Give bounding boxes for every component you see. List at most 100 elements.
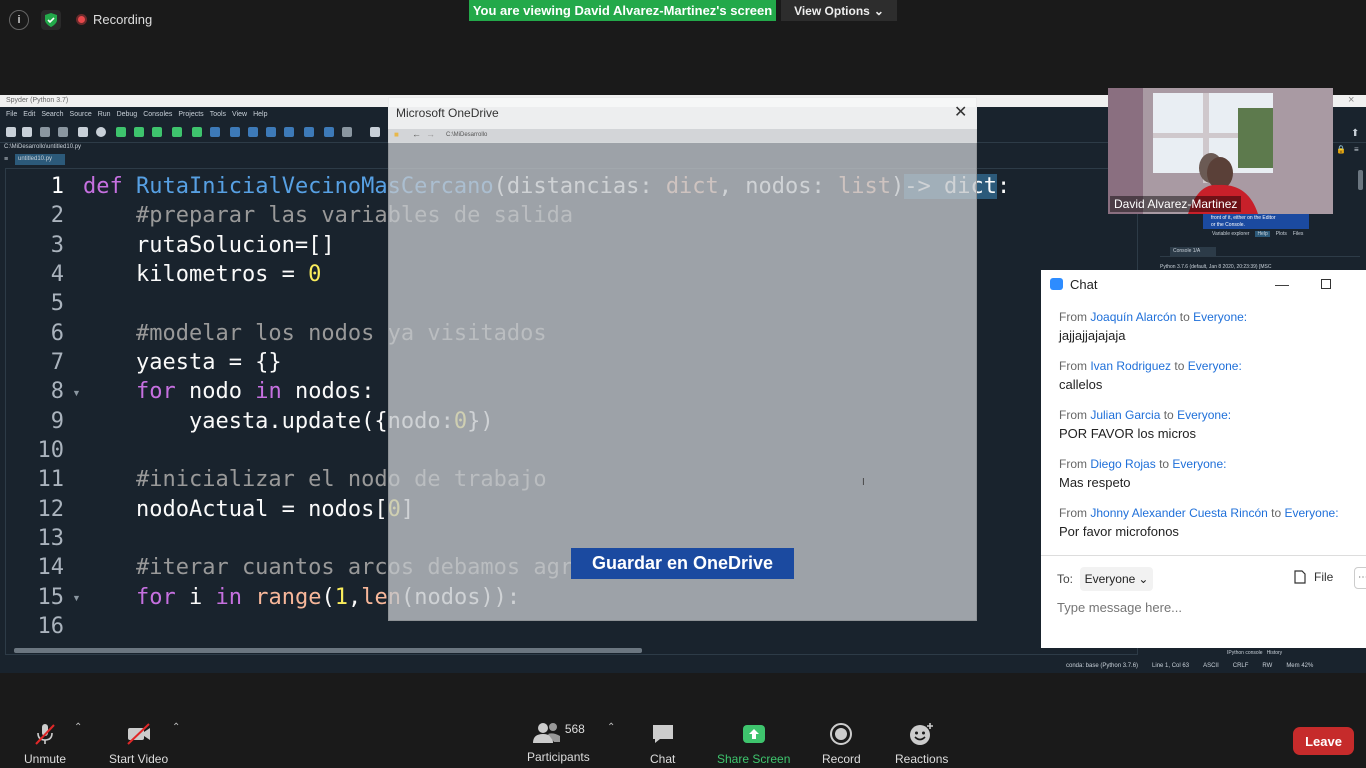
- recipient-select[interactable]: Everyone ⌄: [1080, 567, 1153, 591]
- close-icon[interactable]: ✕: [954, 102, 967, 122]
- sender-name[interactable]: Jhonny Alexander Cuesta Rincón: [1090, 506, 1267, 520]
- record-button[interactable]: Record: [822, 722, 861, 766]
- sender-name[interactable]: Diego Rojas: [1090, 457, 1155, 471]
- menu-help[interactable]: Help: [253, 111, 267, 119]
- forward-arrow-icon[interactable]: →: [426, 129, 435, 139]
- run-cell-icon[interactable]: [134, 127, 144, 137]
- tab-history[interactable]: History: [1267, 650, 1283, 656]
- record-icon: [830, 723, 853, 745]
- chat-label: Chat: [650, 752, 676, 766]
- line-number: 1: [50, 174, 64, 199]
- leave-button[interactable]: Leave: [1293, 727, 1354, 755]
- menu-projects[interactable]: Projects: [178, 111, 203, 119]
- open-file-icon[interactable]: [22, 127, 32, 137]
- menu-tools[interactable]: Tools: [210, 111, 226, 119]
- run-cell-advance-icon[interactable]: [152, 127, 162, 137]
- security-shield-icon[interactable]: [41, 10, 61, 30]
- chat-message-input[interactable]: [1057, 598, 1307, 616]
- reactions-button[interactable]: Reactions: [895, 722, 948, 766]
- spyder-close-icon[interactable]: ×: [1348, 94, 1354, 106]
- status-memory: Mem 42%: [1286, 663, 1314, 669]
- share-screen-button[interactable]: Share Screen: [717, 722, 790, 766]
- chat-message-header: From Julian Garcia to Everyone:: [1059, 408, 1231, 422]
- fullscreen-icon[interactable]: [342, 127, 352, 137]
- menu-run[interactable]: Run: [98, 111, 111, 119]
- sender-name[interactable]: Ivan Rodriguez: [1090, 359, 1171, 373]
- sender-name[interactable]: Joaquín Alarcón: [1090, 310, 1176, 324]
- tab-ipython-console[interactable]: IPython console: [1227, 650, 1263, 656]
- info-icon[interactable]: i: [9, 10, 29, 30]
- minimize-icon[interactable]: —: [1275, 276, 1289, 292]
- rerun-icon[interactable]: [192, 127, 202, 137]
- save-to-onedrive-button[interactable]: Guardar en OneDrive: [571, 548, 794, 579]
- new-file-icon[interactable]: [6, 127, 16, 137]
- status-permissions: RW: [1262, 663, 1273, 669]
- tab-help[interactable]: Help: [1255, 231, 1270, 237]
- arrow-up-icon[interactable]: ⬆: [1351, 128, 1359, 139]
- code-line: rutaSolucion=[]: [83, 233, 335, 258]
- file-button[interactable]: File: [1294, 570, 1333, 584]
- maximize-pane-icon[interactable]: [324, 127, 334, 137]
- more-options-icon[interactable]: ⋯: [1354, 567, 1366, 589]
- participants-button[interactable]: 568 Participants: [527, 722, 590, 764]
- sender-name[interactable]: Julian Garcia: [1090, 408, 1160, 422]
- maximize-icon[interactable]: [1321, 279, 1331, 289]
- debug-icon[interactable]: [210, 127, 220, 137]
- menu-view[interactable]: View: [232, 111, 247, 119]
- onedrive-nav-bar: ■ ← → C:\MiDesarrollo: [388, 129, 977, 143]
- wrench-icon[interactable]: [370, 127, 380, 137]
- view-options-button[interactable]: View Options ⌄: [781, 0, 897, 21]
- tab-files[interactable]: Files: [1293, 231, 1304, 237]
- chat-message-header: From Joaquín Alarcón to Everyone:: [1059, 310, 1247, 324]
- right-pane-scrollbar[interactable]: [1358, 170, 1363, 190]
- chevron-down-icon: ⌄: [1138, 572, 1149, 586]
- participants-options-caret-icon[interactable]: ⌃: [607, 722, 615, 733]
- run-icon[interactable]: [116, 127, 126, 137]
- editor-tab[interactable]: untitled10.py: [15, 154, 65, 165]
- save-icon[interactable]: [40, 127, 50, 137]
- recipient-name[interactable]: Everyone:: [1177, 408, 1231, 422]
- continue-icon[interactable]: [284, 127, 294, 137]
- unmute-button[interactable]: Unmute: [24, 722, 66, 766]
- horizontal-scrollbar[interactable]: [14, 648, 642, 653]
- step-icon[interactable]: [230, 127, 240, 137]
- fold-arrow-icon[interactable]: ▼: [72, 388, 81, 398]
- participants-icon: [532, 723, 560, 743]
- stop-icon[interactable]: [304, 127, 314, 137]
- status-eol: CRLF: [1232, 663, 1249, 669]
- video-options-caret-icon[interactable]: ⌃: [172, 722, 180, 733]
- menu-edit[interactable]: Edit: [23, 111, 35, 119]
- menu-source[interactable]: Source: [70, 111, 92, 119]
- participants-label: Participants: [527, 750, 590, 764]
- chat-button[interactable]: Chat: [650, 722, 675, 766]
- step-into-icon[interactable]: [248, 127, 258, 137]
- file-list-icon[interactable]: ≡: [4, 156, 8, 163]
- back-arrow-icon[interactable]: ←: [412, 129, 421, 139]
- recipient-name[interactable]: Everyone:: [1188, 359, 1242, 373]
- tab-plots[interactable]: Plots: [1276, 231, 1287, 237]
- recipient-name[interactable]: Everyone:: [1285, 506, 1339, 520]
- menu-consoles[interactable]: Consoles: [143, 111, 172, 119]
- tab-variable-explorer[interactable]: Variable explorer: [1212, 231, 1249, 237]
- console-tab[interactable]: Console 1/A: [1170, 247, 1216, 256]
- at-icon[interactable]: [96, 127, 106, 137]
- recipient-name[interactable]: Everyone:: [1172, 457, 1226, 471]
- recipient-name[interactable]: Everyone:: [1193, 310, 1247, 324]
- save-all-icon[interactable]: [58, 127, 68, 137]
- audio-options-caret-icon[interactable]: ⌃: [74, 722, 82, 733]
- menu-debug[interactable]: Debug: [117, 111, 138, 119]
- start-video-button[interactable]: Start Video: [109, 722, 168, 766]
- list-icon[interactable]: [78, 127, 88, 137]
- record-label: Record: [822, 752, 861, 766]
- lock-icon[interactable]: 🔒: [1336, 145, 1346, 154]
- options-menu-icon[interactable]: ≡: [1354, 145, 1359, 154]
- to-word: to: [1179, 310, 1190, 324]
- menu-search[interactable]: Search: [41, 111, 63, 119]
- fold-arrow-icon[interactable]: ▼: [72, 593, 81, 603]
- step-return-icon[interactable]: [266, 127, 276, 137]
- help-hint: front of it, either on the Editor or the …: [1203, 214, 1309, 229]
- zoom-chat-icon: [1050, 278, 1063, 290]
- menu-file[interactable]: File: [6, 111, 17, 119]
- run-selection-icon[interactable]: [172, 127, 182, 137]
- viewing-banner: You are viewing David Alvarez-Martinez's…: [469, 0, 776, 21]
